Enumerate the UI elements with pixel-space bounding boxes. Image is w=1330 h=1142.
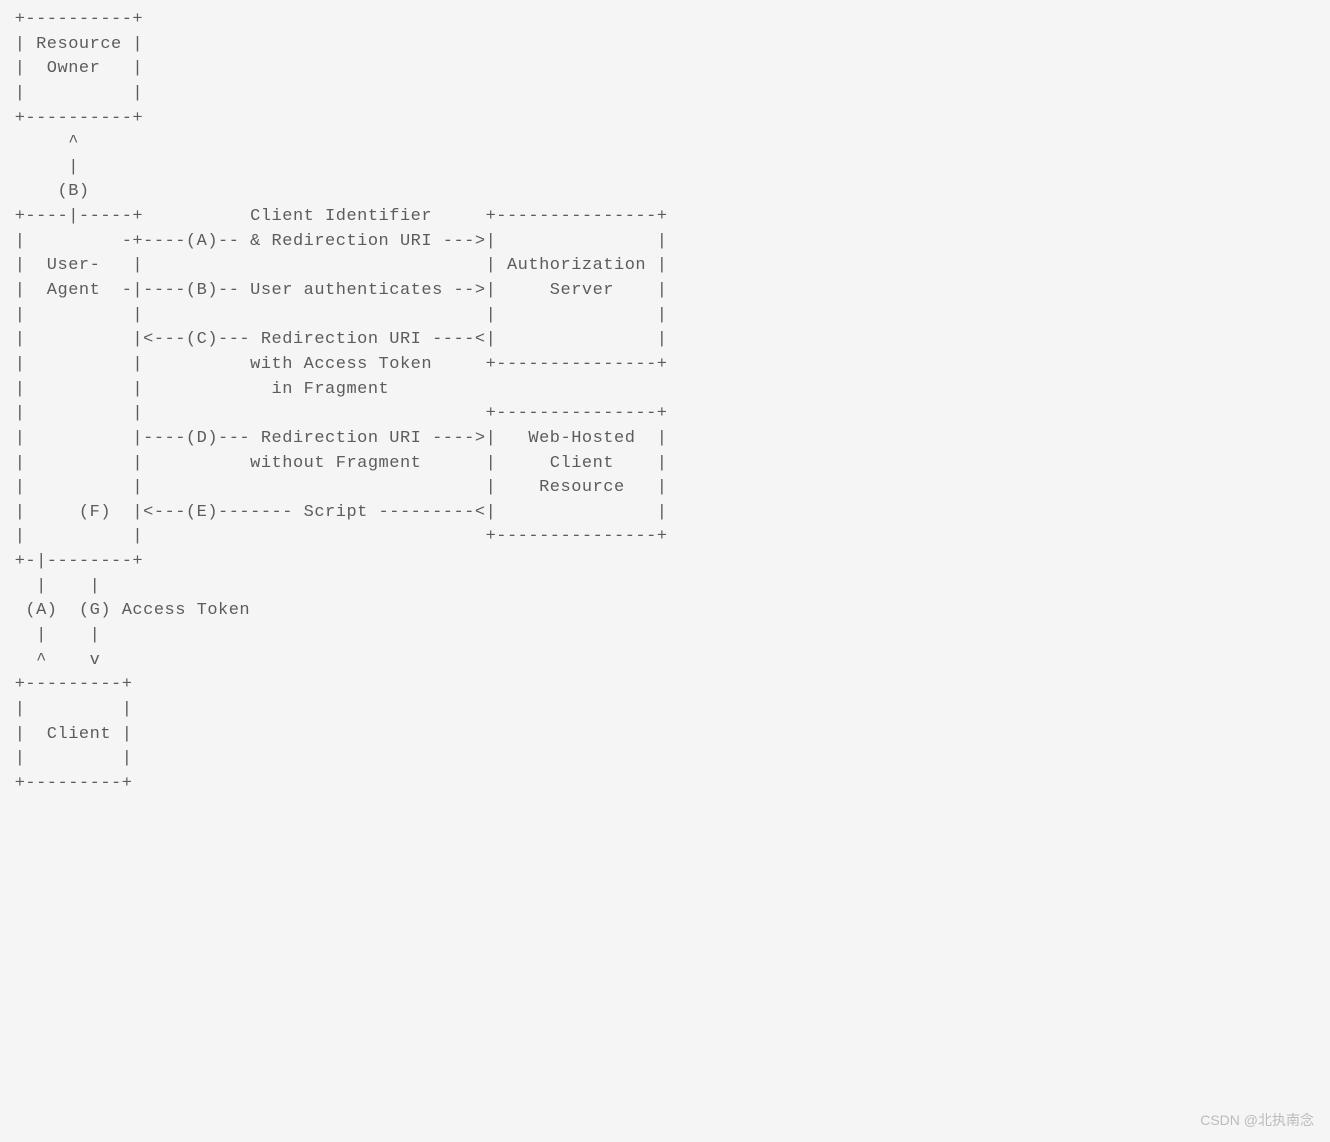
oauth-implicit-flow-diagram: +----------+ | Resource | | Owner | | | … <box>0 0 1330 805</box>
watermark: CSDN @北执南念 <box>1200 1110 1314 1130</box>
